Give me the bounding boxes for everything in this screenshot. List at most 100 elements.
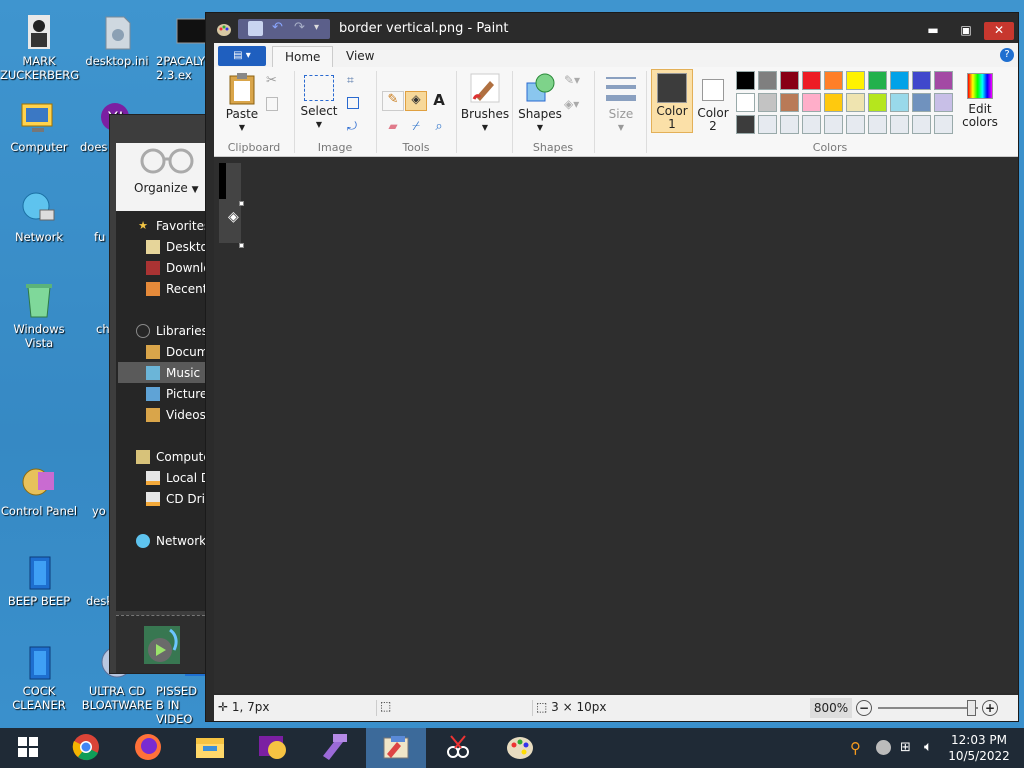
shape-fill-icon[interactable]: ◈▾ [564,97,579,111]
zoom-out-button[interactable]: − [856,700,872,716]
desktop-icon-windows-vista[interactable]: Windows Vista [0,280,78,350]
save-icon[interactable] [248,21,263,36]
palette-swatch[interactable] [912,115,931,134]
desktop-icon-cock-cleaner[interactable]: COCK CLEANER [0,642,78,712]
crop-icon[interactable]: ⌗ [347,73,354,88]
canvas-area[interactable]: ◈ [214,157,1018,693]
outline-icon[interactable]: ✎▾ [564,73,580,87]
zoom-slider-thumb[interactable] [967,700,976,716]
palette-swatch[interactable] [846,93,865,112]
edit-colors-button[interactable]: Edit colors [960,71,1000,129]
start-button[interactable] [0,728,56,768]
volume-icon[interactable]: 🔈︎ [924,739,932,755]
palette-swatch[interactable] [758,71,777,90]
palette-swatch[interactable] [736,71,755,90]
paint-window[interactable]: ↶ ↷ ▾ border vertical.png - Paint ▬ ▣ ✕ … [205,12,1019,722]
palette-swatch[interactable] [846,71,865,90]
eraser-icon[interactable]: ▰ [382,119,404,139]
clock[interactable]: 12:03 PM 10/5/2022 [944,732,1014,764]
palette-swatch[interactable] [934,93,953,112]
magnifier-icon[interactable]: ⌕ [428,119,450,139]
taskbar-yahoo-messenger[interactable] [244,728,300,768]
palette-swatch[interactable] [890,115,909,134]
tray-status-icon[interactable] [876,740,891,755]
minimize-button[interactable]: ▬ [919,22,947,40]
undo-icon[interactable]: ↶ [272,21,287,36]
desktop-icon-computer[interactable]: Computer [0,98,78,154]
desktop-icon-2pacaly[interactable]: 2PACALY 2.3.ex [156,12,208,82]
fill-icon[interactable]: ◈ [405,91,427,111]
color2-button[interactable]: Color 2 [696,71,730,133]
redo-icon[interactable]: ↷ [294,21,309,36]
close-button[interactable]: ✕ [984,22,1014,40]
taskbar-paint-palette[interactable] [492,728,548,768]
select-button[interactable]: Select ▼ [298,71,340,131]
maximize-button[interactable]: ▣ [952,22,980,40]
palette-swatch[interactable] [890,93,909,112]
copy-icon[interactable] [266,97,278,111]
color1-button[interactable]: Color 1 [651,69,693,133]
canvas-image[interactable] [219,163,241,243]
palette-swatch[interactable] [934,71,953,90]
palette-swatch[interactable] [802,115,821,134]
taskbar-firefox[interactable] [120,728,176,768]
palette-swatch[interactable] [890,71,909,90]
resize-handle[interactable] [239,201,244,206]
size-button[interactable]: Size ▼ [598,71,644,134]
brushes-button[interactable]: Brushes ▼ [460,71,510,134]
palette-swatch[interactable] [780,115,799,134]
zoom-in-button[interactable]: + [982,700,998,716]
resize-icon[interactable] [347,97,359,109]
palette-swatch[interactable] [736,115,755,134]
palette-swatch[interactable] [780,93,799,112]
cut-icon[interactable]: ✂ [266,73,277,88]
taskbar-snipping-tool[interactable] [430,728,486,768]
palette-swatch[interactable] [780,71,799,90]
explorer-window[interactable]: Organize ▼ ★ Favorites Desktop Downlo Rec… [109,114,216,674]
desktop-icon-control-panel[interactable]: Control Panel [0,462,78,518]
resize-handle-corner[interactable] [239,243,244,248]
palette-swatch[interactable] [824,71,843,90]
pencil-icon[interactable]: ✎ [382,91,404,111]
taskbar-chrome[interactable] [58,728,114,768]
zoom-slider[interactable] [878,700,978,716]
organize-button[interactable]: Organize ▼ [134,181,199,195]
move-icon: ✛ [218,700,229,714]
taskbar-file-explorer[interactable] [182,728,238,768]
paste-button[interactable]: Paste ▼ [222,71,262,134]
tab-home[interactable]: Home [272,46,334,67]
text-icon[interactable]: A [428,91,450,111]
palette-swatch[interactable] [868,71,887,90]
shapes-button[interactable]: Shapes ▼ [516,71,564,134]
palette-swatch[interactable] [802,93,821,112]
tab-view[interactable]: View [334,46,386,67]
file-menu-button[interactable]: ▤ ▾ [218,46,266,66]
palette-swatch[interactable] [802,71,821,90]
taskbar-paint[interactable] [366,728,426,768]
palette-swatch[interactable] [736,93,755,112]
taskbar-visual-studio[interactable] [306,728,362,768]
paint-app-icon[interactable] [216,21,232,40]
palette-swatch[interactable] [758,93,777,112]
palette-swatch[interactable] [934,115,953,134]
palette-swatch[interactable] [824,93,843,112]
palette-swatch[interactable] [758,115,777,134]
search-icon[interactable]: ⚲ [850,739,861,757]
color-picker-icon[interactable]: ⌿ [405,119,427,139]
palette-swatch[interactable] [824,115,843,134]
rotate-icon[interactable]: ⤾ [347,119,357,134]
palette-swatch[interactable] [912,93,931,112]
network-tray-icon[interactable]: ⊞ [900,740,911,755]
palette-swatch[interactable] [868,93,887,112]
customize-qat-icon[interactable]: ▾ [314,21,329,36]
palette-swatch[interactable] [846,115,865,134]
organize-label: Organize [134,181,188,195]
palette-swatch[interactable] [912,71,931,90]
desktop-icon-desktop-ini[interactable]: desktop.ini [78,12,156,68]
desktop-icon-network[interactable]: Network [0,188,78,244]
desktop-icon-beep-beep[interactable]: BEEP BEEP [0,552,78,608]
help-icon[interactable]: ? [1000,48,1014,62]
nav-item-music[interactable]: Music [118,362,210,383]
desktop-icon-mark-zuckerberg[interactable]: MARK ZUCKERBERG [0,12,79,82]
palette-swatch[interactable] [868,115,887,134]
